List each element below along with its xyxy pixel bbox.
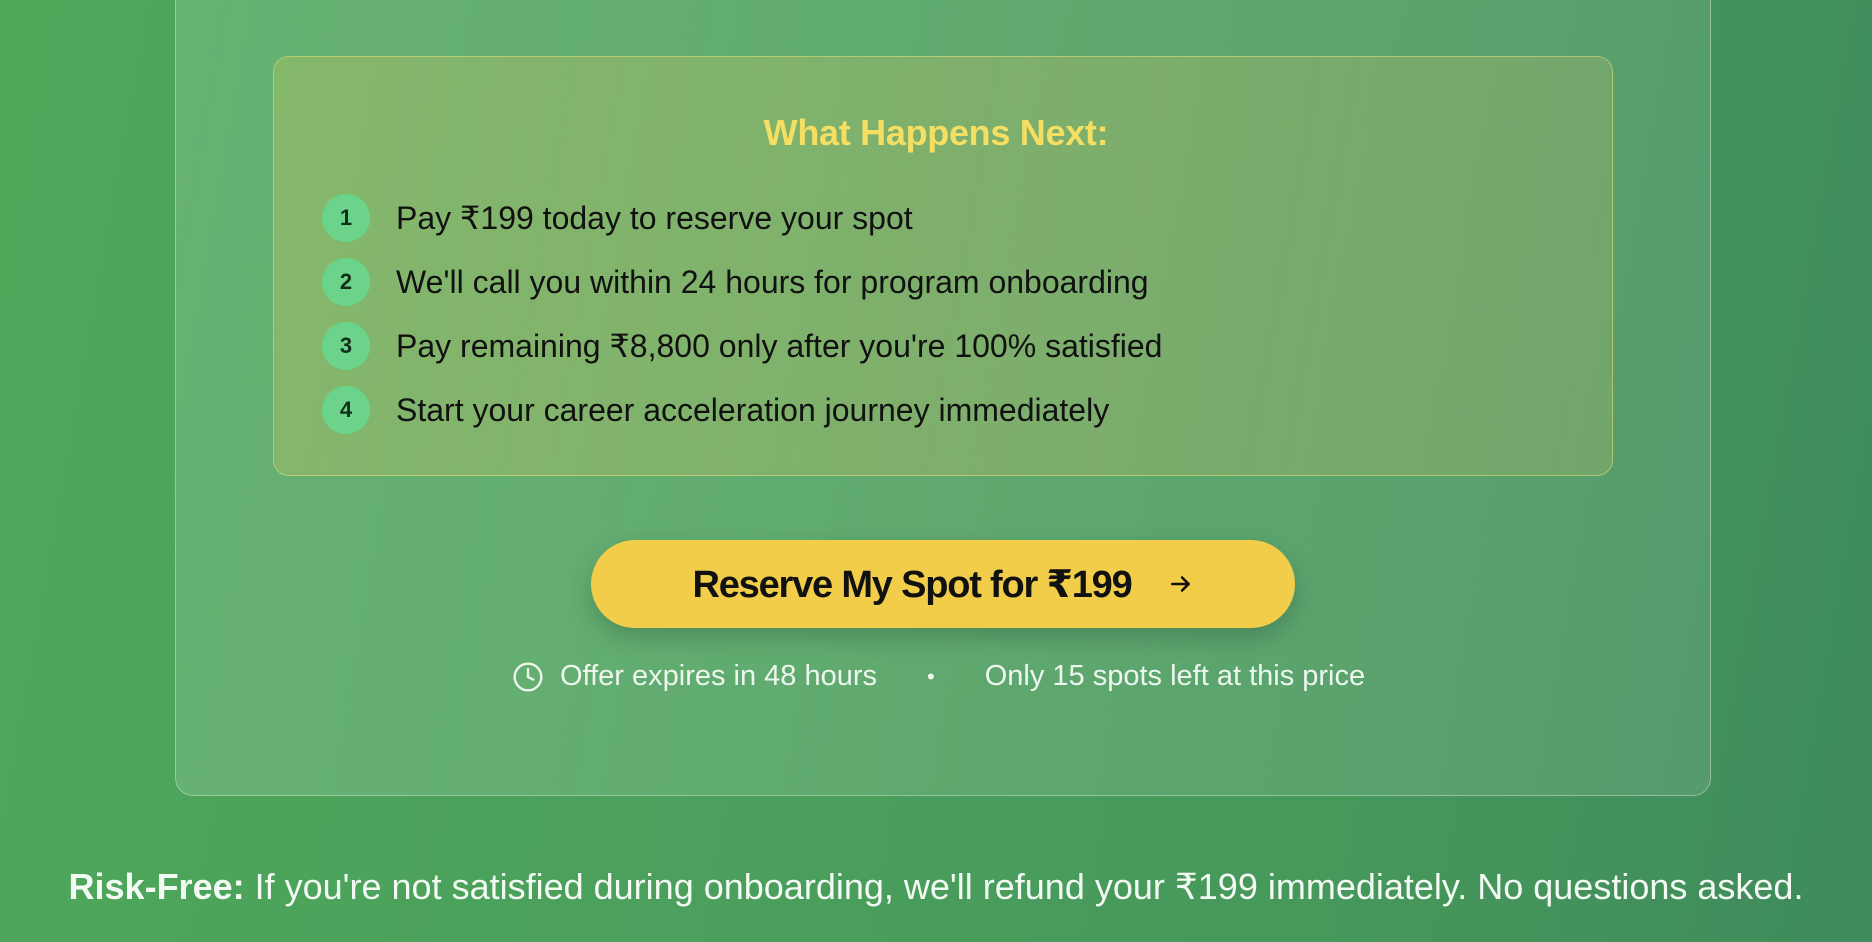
- offer-expiry-text: Offer expires in 48 hours: [560, 660, 878, 692]
- offer-meta: Offer expires in 48 hours • Only 15 spot…: [512, 660, 1365, 693]
- step-text: Pay ₹199 today to reserve your spot: [396, 200, 913, 236]
- step-number-badge: 2: [322, 258, 370, 306]
- step-text: We'll call you within 24 hours for progr…: [396, 263, 1149, 300]
- step-item: 1 Pay ₹199 today to reserve your spot: [322, 186, 1162, 250]
- risk-free-text: If you're not satisfied during onboardin…: [244, 866, 1804, 907]
- step-number-badge: 1: [322, 194, 370, 242]
- step-number-badge: 4: [322, 386, 370, 434]
- next-steps-title: What Happens Next:: [763, 112, 1109, 153]
- spots-left-text: Only 15 spots left at this price: [984, 660, 1366, 692]
- steps-list: 1 Pay ₹199 today to reserve your spot 2 …: [322, 186, 1162, 442]
- risk-free-label: Risk-Free:: [68, 866, 245, 907]
- reserve-spot-button[interactable]: Reserve My Spot for ₹199: [591, 540, 1295, 628]
- step-number-badge: 3: [322, 322, 370, 370]
- step-item: 3 Pay remaining ₹8,800 only after you're…: [322, 314, 1162, 378]
- step-item: 4 Start your career acceleration journey…: [322, 378, 1162, 442]
- step-item: 2 We'll call you within 24 hours for pro…: [322, 250, 1162, 314]
- risk-free-note: Risk-Free: If you're not satisfied durin…: [0, 866, 1872, 908]
- separator-dot: •: [927, 663, 935, 689]
- reserve-spot-button-label: Reserve My Spot for ₹199: [692, 563, 1132, 606]
- step-text: Pay remaining ₹8,800 only after you're 1…: [396, 328, 1163, 364]
- arrow-right-icon: [1170, 576, 1190, 592]
- step-text: Start your career acceleration journey i…: [396, 391, 1110, 428]
- clock-icon: [513, 661, 543, 692]
